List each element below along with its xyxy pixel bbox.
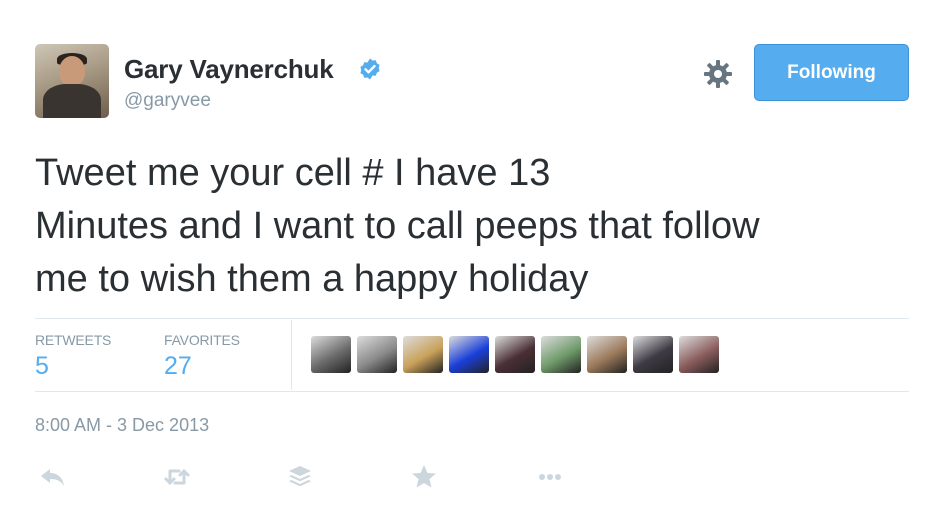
buffer-icon[interactable]	[285, 462, 315, 492]
avatar-body	[43, 84, 101, 118]
tweet-text-line: Tweet me your cell # I have 13	[35, 152, 551, 194]
favoriter-avatar[interactable]	[679, 336, 719, 373]
favorite-icon[interactable]	[409, 462, 439, 492]
tweet-text-line: me to wish them a happy holiday	[35, 258, 589, 300]
following-button-label: Following	[787, 61, 876, 83]
avatar-head	[59, 56, 85, 86]
favoriter-avatar[interactable]	[403, 336, 443, 373]
retweets-count[interactable]: 5	[35, 352, 49, 381]
tweet-text-line: Minutes and I want to call peeps that fo…	[35, 205, 760, 247]
favoriter-avatars	[311, 336, 719, 373]
reply-icon[interactable]	[38, 462, 68, 492]
favorites-count[interactable]: 27	[164, 352, 192, 381]
tweet-timestamp[interactable]: 8:00 AM - 3 Dec 2013	[35, 415, 209, 436]
favoriter-avatar[interactable]	[587, 336, 627, 373]
favoriter-avatar[interactable]	[311, 336, 351, 373]
favoriter-avatar[interactable]	[449, 336, 489, 373]
author-avatar[interactable]	[35, 44, 109, 118]
verified-badge-icon	[360, 58, 380, 80]
favoriter-avatar[interactable]	[541, 336, 581, 373]
gear-icon[interactable]	[702, 58, 734, 90]
following-button[interactable]: Following	[754, 44, 909, 101]
stats-top-divider	[35, 318, 909, 319]
retweet-icon[interactable]	[162, 462, 192, 492]
more-icon[interactable]	[535, 462, 565, 492]
author-name[interactable]: Gary Vaynerchuk	[124, 54, 334, 85]
favoriter-avatar[interactable]	[495, 336, 535, 373]
author-handle[interactable]: @garyvee	[124, 90, 211, 112]
favorites-label[interactable]: FAVORITES	[164, 332, 240, 348]
stats-bottom-divider	[35, 391, 909, 392]
stats-vertical-divider	[291, 320, 292, 390]
favoriter-avatar[interactable]	[633, 336, 673, 373]
retweets-label[interactable]: RETWEETS	[35, 332, 111, 348]
tweet-text: Tweet me your cell # I have 13 Minutes a…	[35, 147, 915, 306]
favoriter-avatar[interactable]	[357, 336, 397, 373]
